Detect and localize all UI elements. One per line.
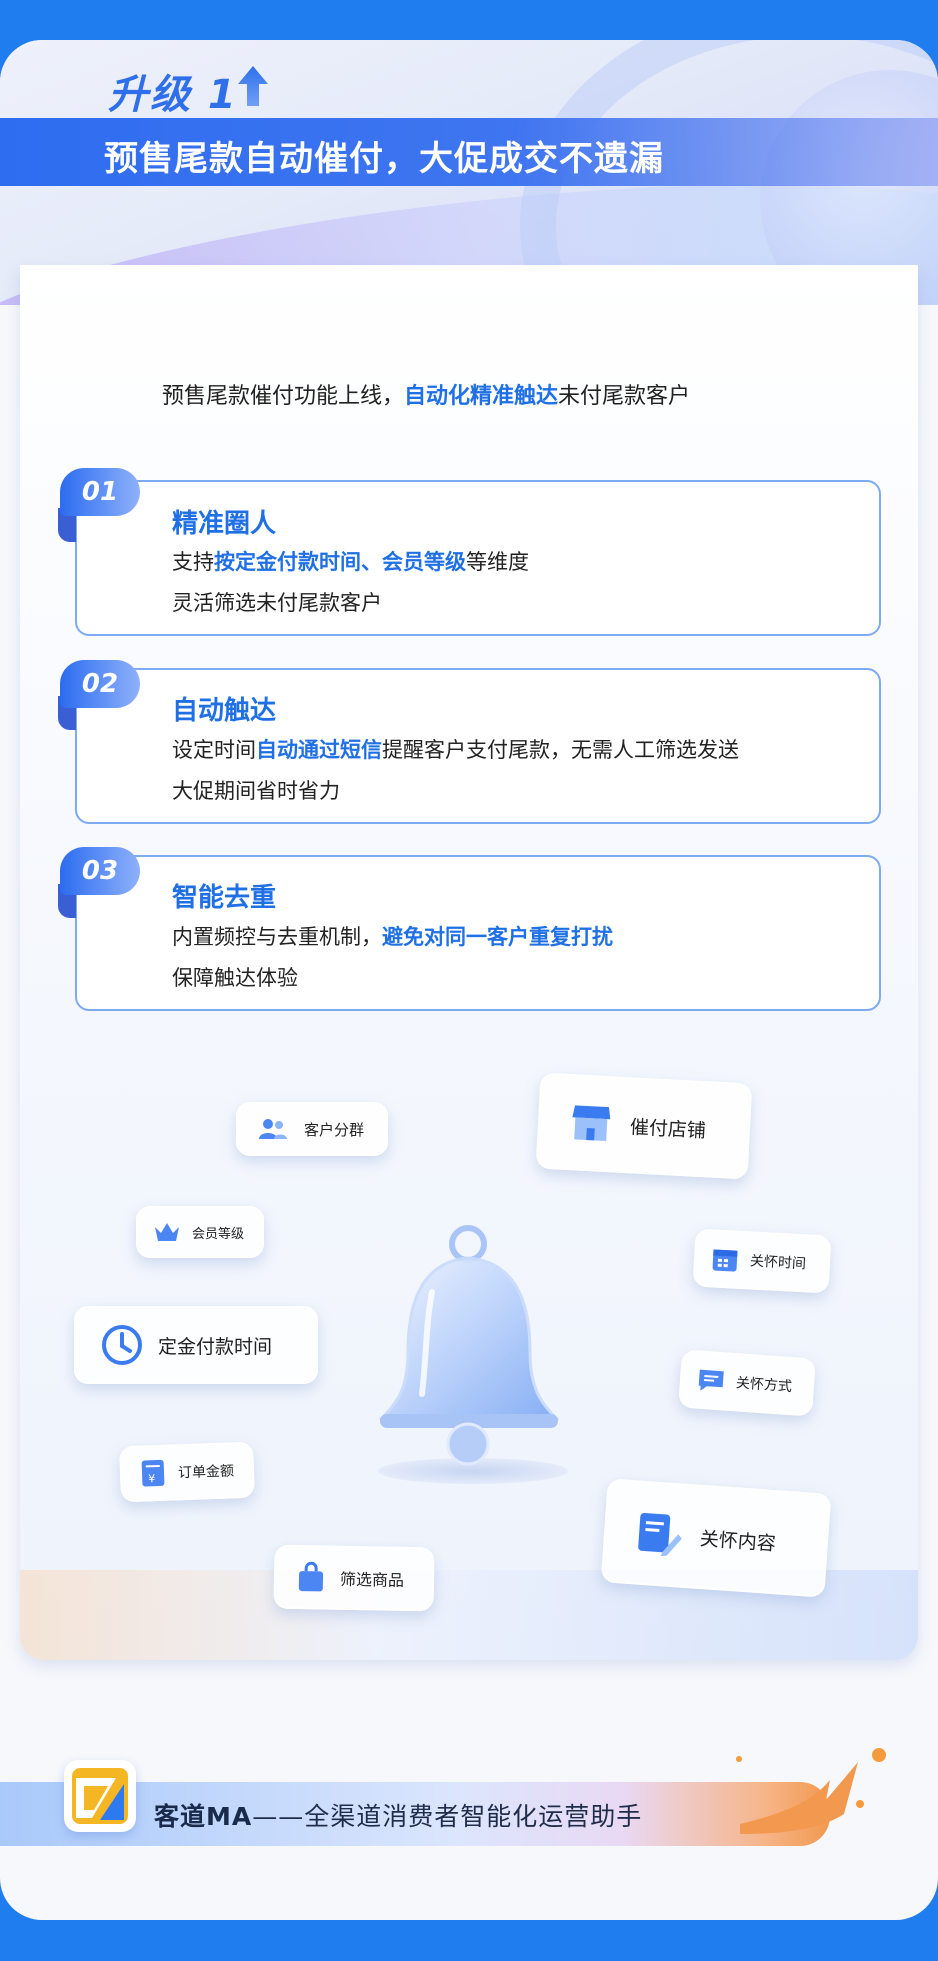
feature-title-3: 智能去重 (172, 883, 277, 913)
feature-number-3: 03 (60, 847, 140, 895)
feature-number-1: 01 (60, 468, 140, 516)
intro-text: 预售尾款催付功能上线，自动化精准触达未付尾款客户 (162, 384, 691, 409)
edit-document-icon (633, 1509, 686, 1558)
feature-line-1b: 灵活筛选未付尾款客户 (172, 591, 382, 615)
chip-member-level: 会员等级 (136, 1206, 264, 1258)
chip-customer-group: 客户分群 (236, 1102, 388, 1156)
upgrade-label: 升级 1 (108, 72, 238, 118)
chat-icon (695, 1366, 727, 1394)
dot-decoration (872, 1748, 886, 1762)
chip-filter-goods: 筛选商品 (273, 1544, 435, 1612)
chip-care-time: 关怀时间 (692, 1228, 832, 1294)
bell-icon (378, 1225, 560, 1466)
store-icon (567, 1101, 615, 1145)
shopping-bag-icon (294, 1561, 329, 1594)
headline: 预售尾款自动催付，大促成交不遗漏 (104, 139, 664, 179)
feature-line-1a: 支持按定金付款时间、会员等级等维度 (172, 550, 529, 574)
users-icon (256, 1117, 290, 1141)
feature-title-2: 自动触达 (172, 696, 277, 726)
chip-care-content: 关怀内容 (600, 1478, 832, 1598)
clock-icon (100, 1324, 144, 1366)
chip-deposit-time: 定金付款时间 (74, 1306, 318, 1384)
chip-order-amount: ¥ 订单金额 (119, 1441, 255, 1503)
feature-number-2: 02 (60, 660, 140, 708)
dot-decoration (736, 1756, 742, 1762)
calendar-icon (709, 1244, 740, 1274)
crown-icon (152, 1221, 182, 1243)
feature-line-2a: 设定时间自动通过短信提醒客户支付尾款，无需人工筛选发送 (172, 738, 739, 762)
feature-line-3a: 内置频控与去重机制，避免对同一客户重复打扰 (172, 925, 613, 949)
feature-line-3b: 保障触达体验 (172, 966, 298, 990)
flame-decoration (740, 1762, 858, 1834)
footer-text: 客道MA——全渠道消费者智能化运营助手 (154, 1802, 643, 1831)
receipt-icon: ¥ (138, 1458, 169, 1489)
chip-care-method: 关怀方式 (678, 1349, 816, 1417)
brand-logo (64, 1760, 136, 1832)
arrow-up-icon (238, 66, 268, 106)
feature-line-2b: 大促期间省时省力 (172, 779, 340, 803)
svg-text:¥: ¥ (148, 1472, 155, 1485)
feature-title-1: 精准圈人 (172, 509, 277, 539)
dot-decoration (856, 1800, 864, 1808)
chip-pay-store: 催付店铺 (535, 1072, 753, 1180)
